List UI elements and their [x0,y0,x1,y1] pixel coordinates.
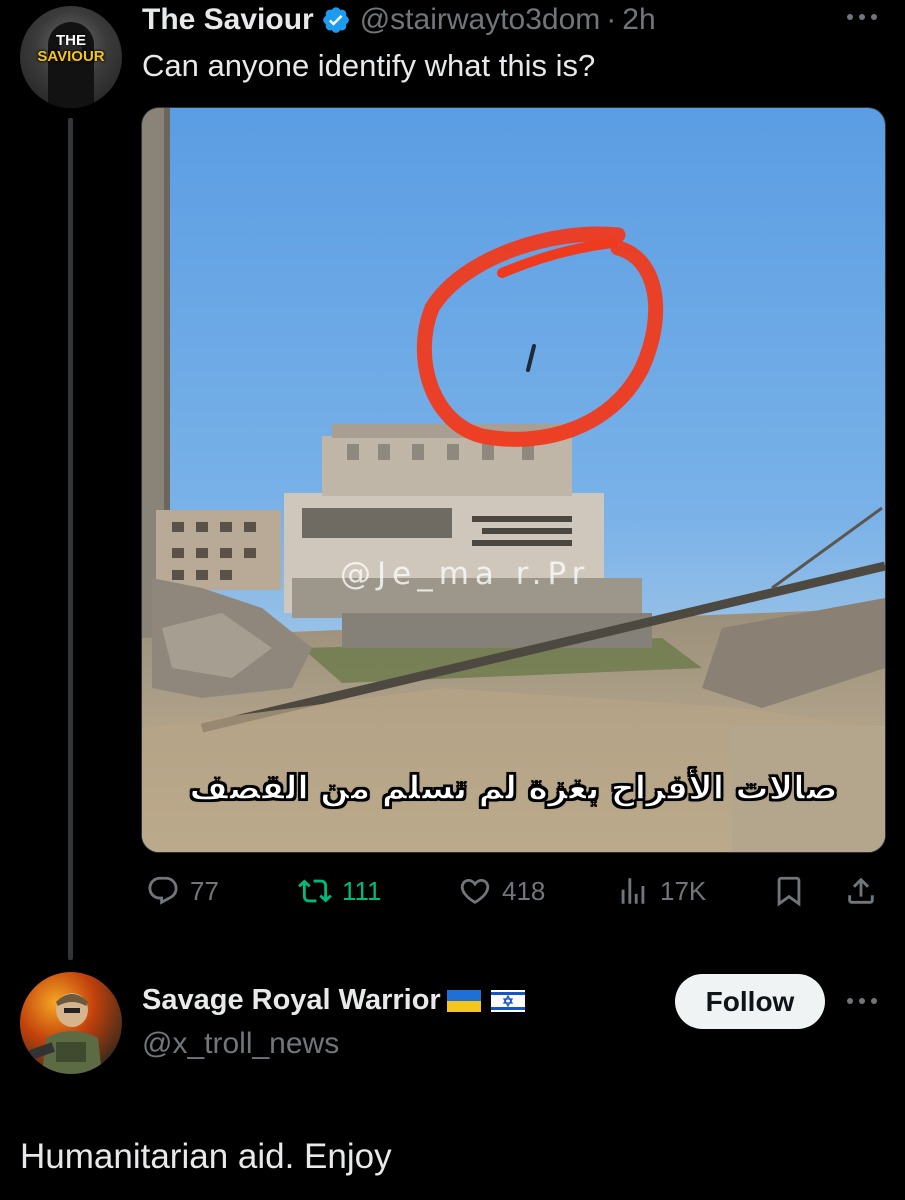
reply-author-name[interactable]: Savage Royal Warrior [142,984,441,1017]
bookmark-button[interactable] [772,874,806,908]
separator-dot: · [606,3,617,36]
views-button[interactable]: 17K [616,874,706,908]
more-options-icon[interactable] [842,10,882,24]
reply-button[interactable]: 77 [146,874,219,908]
tweet-media-image[interactable]: @Je_ma r.Pr صالات الأفراح بغزة لم تسلم م… [141,107,886,853]
views-chart-icon [621,878,645,904]
tweet-header: The Saviour @stairwayto3dom · 2h [142,0,656,40]
reply-icon [148,876,178,905]
media-scene [142,108,885,852]
reply-text: Humanitarian aid. Enjoy [20,1137,392,1176]
reply-count: 77 [190,875,219,906]
avatar-logo-line2: SAVIOUR [37,48,105,65]
verified-badge-icon [321,5,351,35]
share-button[interactable] [844,874,878,908]
like-button[interactable]: 418 [458,874,545,908]
ukraine-flag-icon [446,989,481,1012]
post-time[interactable]: 2h [622,3,655,37]
views-count: 17K [660,875,707,906]
like-count: 418 [502,875,546,906]
retweet-count: 111 [342,875,382,906]
reply-author-handle[interactable]: @x_troll_news [142,1027,339,1061]
tweet-text: Can anyone identify what this is? [142,48,596,83]
reply-author-avatar[interactable] [20,972,122,1074]
author-avatar[interactable]: THE SAVIOUR [20,6,122,108]
retweet-button[interactable]: 111 [298,874,382,908]
author-handle[interactable]: @stairwayto3dom [360,3,601,37]
media-caption: صالات الأفراح بغزة لم تسلم من القصف [189,767,839,808]
bookmark-icon [777,876,801,907]
soldier-figure-icon [29,993,102,1074]
reply-author-row: Savage Royal Warrior [142,984,525,1017]
share-icon [848,877,874,904]
israel-flag-icon [490,989,525,1012]
reply-more-options-icon[interactable] [842,994,882,1008]
heart-icon [460,878,490,904]
author-name[interactable]: The Saviour [142,3,314,37]
media-watermark: @Je_ma r.Pr [340,556,591,592]
thread-connector-line [68,118,73,960]
follow-button[interactable]: Follow [675,974,825,1029]
avatar-logo-line1: THE [56,32,86,49]
retweet-icon [298,879,332,903]
